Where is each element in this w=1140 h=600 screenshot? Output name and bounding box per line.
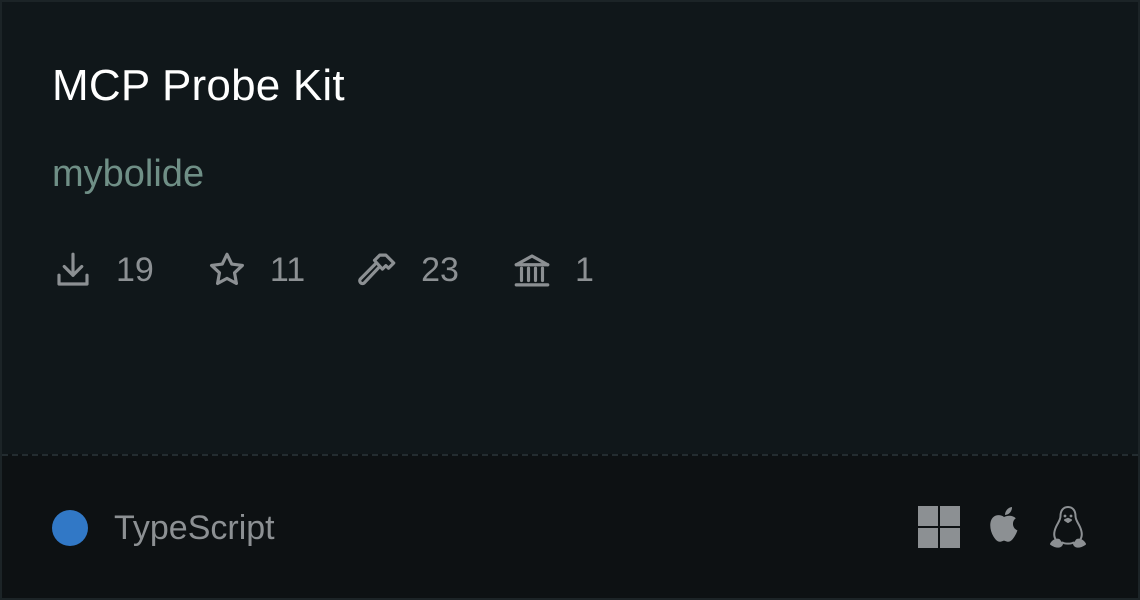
stat-downloads: 19 (52, 246, 154, 294)
server-title[interactable]: MCP Probe Kit (52, 58, 345, 114)
stat-tools: 23 (357, 246, 459, 294)
platform-icons (894, 502, 1088, 552)
hammer-icon (357, 249, 399, 291)
stat-institution: 1 (511, 246, 594, 294)
tools-count: 23 (421, 251, 459, 289)
stat-stars: 11 (206, 246, 305, 294)
language-name: TypeScript (114, 509, 275, 547)
language-badge: TypeScript (52, 504, 275, 552)
card-divider (2, 454, 1138, 456)
stars-count: 11 (269, 251, 306, 289)
institution-count: 1 (574, 251, 594, 289)
windows-icon (918, 506, 960, 548)
downloads-count: 19 (116, 251, 154, 289)
server-author[interactable]: mybolide (52, 150, 204, 198)
stats-row: 19 11 23 1 (52, 246, 646, 294)
download-icon (52, 249, 94, 291)
linux-icon (1048, 504, 1088, 550)
language-color-dot (52, 510, 88, 546)
star-icon (206, 249, 248, 291)
bank-icon (511, 249, 553, 291)
apple-icon (984, 505, 1024, 549)
server-card[interactable]: MCP Probe Kit mybolide 19 11 23 1 TypeSc… (0, 0, 1140, 600)
